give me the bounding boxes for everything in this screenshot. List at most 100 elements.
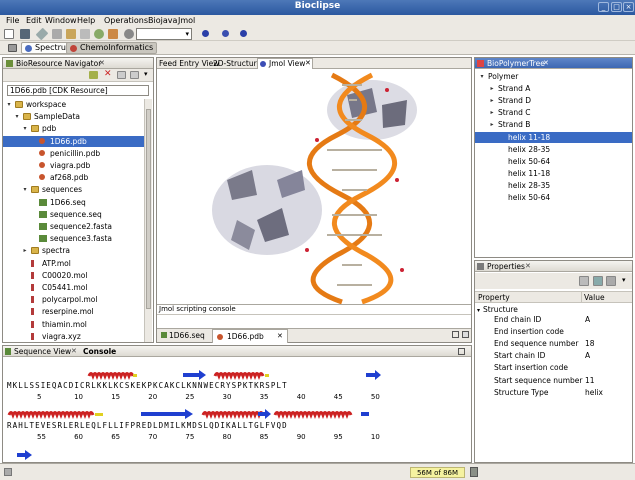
fast-view-icon[interactable] [4,468,12,476]
close-tab-icon[interactable]: ✕ [277,332,283,340]
sequence-line-2[interactable]: RAHLTEVESRLERLEQLFLLIFPREDLDMILKMDSLQDIK… [7,421,288,430]
property-row[interactable]: Structure Type helix [477,387,632,399]
close-window-icon[interactable]: × [623,2,634,12]
tree-item[interactable]: viagra.xyz [3,331,144,342]
save-icon[interactable] [20,29,30,39]
sequence-line-1[interactable]: MKLLSSIEQACDICRLKKLKCSKEKPKCAKCLKNNWECRY… [7,381,288,390]
jmol-viewport[interactable] [157,70,471,304]
maximize-view-icon[interactable] [462,331,469,338]
close-tab-icon[interactable]: ✕ [305,59,311,67]
copy-icon[interactable] [52,29,62,39]
menu-edit[interactable]: Edit [26,16,42,25]
tree-item[interactable]: 1D66.pdb [3,135,144,147]
expand-toggle-icon[interactable]: ▸ [488,83,496,94]
biopolymer-item[interactable]: helix 50-64 [475,192,632,203]
jmol-console-input[interactable] [157,314,471,326]
tree-item[interactable]: ▸ spectra [3,245,144,256]
tree-item[interactable]: thiamin.mol [3,319,144,330]
property-row[interactable]: Start sequence number 11 [477,375,632,387]
biopolymer-item[interactable]: ▸ Strand A [475,83,632,94]
tree-item[interactable]: 1D66.seq [3,197,144,208]
molecule-icon[interactable] [202,30,209,37]
close-tab-icon[interactable]: ✕ [71,346,77,357]
expand-toggle-icon[interactable]: ▸ [21,245,29,256]
tree-item[interactable]: ▾ pdb [3,123,144,134]
new-file-icon[interactable] [4,29,14,39]
menu-biojava[interactable]: Biojava [148,16,177,25]
tab-feed-entry-view[interactable]: Feed Entry View [159,59,219,68]
tab-1d66-seq[interactable]: 1D66.seq [169,331,205,340]
trash-icon[interactable] [470,467,478,477]
delete-icon[interactable]: ✕ [104,69,112,79]
close-tab-icon[interactable]: ✕ [525,261,531,272]
paste-icon[interactable] [66,29,76,39]
tab-sequence-view[interactable]: Sequence View [14,346,71,357]
settings-icon[interactable] [124,29,134,39]
menu-operations[interactable]: Operations [104,16,148,25]
biopolymer-item[interactable]: helix 28-35 [475,144,632,155]
tab-console[interactable]: Console [83,346,116,357]
biopolymer-item[interactable]: ▸ Strand B [475,119,632,130]
perspective-chemoinformatics[interactable]: ChemoInformatics [66,42,158,54]
chevron-down-icon[interactable]: ▾ [477,307,480,314]
toolbar-combo[interactable]: ▾ [136,28,192,40]
minimize-view-icon[interactable] [452,331,459,338]
restore-default-icon[interactable] [606,276,616,286]
import-icon[interactable] [89,71,98,79]
tree-item[interactable]: sequence.seq [3,209,144,220]
maximize-icon[interactable]: □ [611,2,622,12]
tree-item[interactable]: sequence2.fasta [3,221,144,232]
expand-toggle-icon[interactable]: ▾ [478,71,486,82]
tab-2d-structure[interactable]: 2D-Structure [213,59,261,68]
view-menu-icon[interactable]: ▾ [144,70,148,78]
scrollbar-thumb[interactable] [146,109,151,309]
tree-item[interactable]: sequence3.fasta [3,233,144,244]
expand-toggle-icon[interactable]: ▾ [5,99,13,110]
tab-1d66-pdb[interactable]: 1D66.pdb ✕ [212,329,288,343]
expand-toggle-icon[interactable]: ▾ [21,123,29,134]
property-row[interactable]: End insertion code [477,326,632,338]
link-editor-icon[interactable] [130,71,139,79]
menu-help[interactable]: Help [77,16,95,25]
expand-toggle-icon[interactable]: ▾ [21,184,29,195]
collapse-all-icon[interactable] [117,71,126,79]
property-row[interactable]: End sequence number 18 [477,338,632,350]
menu-jmol[interactable]: Jmol [178,16,195,25]
tree-item[interactable]: af268.pdb [3,172,144,183]
tree-item[interactable]: ▾ sequences [3,184,144,195]
categories-icon[interactable] [579,276,589,286]
tree-item[interactable]: polycarpol.mol [3,294,144,305]
tree-item[interactable]: ▾ workspace [3,99,144,110]
tree-item[interactable]: ATP.mol [3,258,144,269]
filter-icon[interactable] [593,276,603,286]
biopolymer-item[interactable]: helix 50-64 [475,156,632,167]
property-row[interactable]: Start chain ID A [477,350,632,362]
view-menu-icon[interactable]: ▾ [622,276,626,284]
tree-item[interactable]: C05441.mol [3,282,144,293]
property-row[interactable]: Start insertion code [477,362,632,374]
biopolymer-item[interactable]: helix 11-18 [475,131,632,143]
tab-jmol-view[interactable]: Jmol View ✕ [257,58,313,69]
tree-item[interactable]: ▾ SampleData [3,111,144,122]
close-tab-icon[interactable]: ✕ [543,58,549,69]
print-icon[interactable] [80,29,90,39]
molecule-icon[interactable] [240,30,247,37]
molecule-icon[interactable] [222,30,229,37]
tree-item[interactable]: reserpine.mol [3,306,144,317]
tree-item[interactable]: viagra.pdb [3,160,144,171]
expand-toggle-icon[interactable]: ▸ [488,107,496,118]
tree-item[interactable]: penicillin.pdb [3,148,144,159]
tool-icon[interactable] [108,29,118,39]
minimize-view-icon[interactable] [458,348,465,355]
expand-toggle-icon[interactable]: ▸ [488,95,496,106]
navigator-scrollbar[interactable] [144,99,152,342]
biopolymer-item[interactable]: ▸ Strand C [475,107,632,118]
run-icon[interactable] [94,29,104,39]
tree-item[interactable]: C00020.mol [3,270,144,281]
menu-window[interactable]: Window [45,16,77,25]
open-perspective-icon[interactable] [8,44,17,52]
minimize-icon[interactable]: _ [598,2,609,12]
expand-toggle-icon[interactable]: ▾ [13,111,21,122]
menu-file[interactable]: File [6,16,19,25]
biopolymer-item[interactable]: ▸ Strand D [475,95,632,106]
